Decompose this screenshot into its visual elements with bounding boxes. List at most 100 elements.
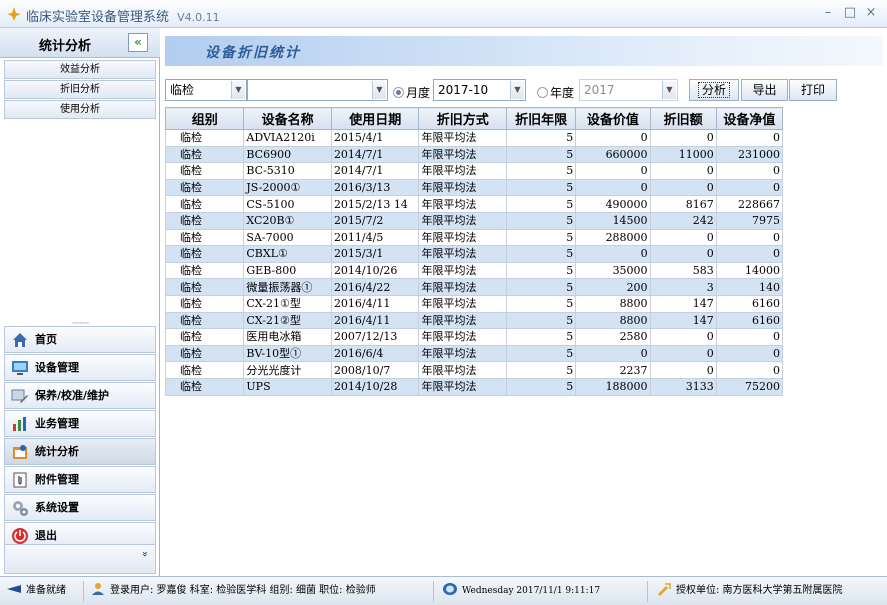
sidebar-subitem-benefit[interactable]: 效益分析 [4,60,156,79]
radio-selected-icon[interactable] [393,87,404,98]
chevron-more-icon[interactable]: » [139,551,150,557]
table-cell[interactable]: 临检 [164,195,245,213]
table-cell[interactable]: 年限平均法 [418,245,508,263]
month-radio[interactable]: 月度 [393,84,430,101]
table-row[interactable]: 临检 BC6900 2014/7/1 年限平均法 5 660000 11000 231000 [164,145,784,164]
table-cell[interactable]: 0 [649,129,717,147]
table-cell[interactable]: 188000 [575,377,651,396]
sidebar-subitem-usage[interactable]: 使用分析 [4,100,156,119]
table-cell[interactable]: 5 [506,195,577,213]
table-cell[interactable]: 临检 [164,361,245,379]
table-cell[interactable]: SA-7000 [243,228,332,247]
table-cell[interactable]: 2015/7/2 [330,211,420,230]
table-cell[interactable]: XC20B① [243,211,332,230]
table-row[interactable]: 临检 CX-21②型 2016/4/11 年限平均法 5 8800 147 6160 [164,311,784,330]
table-cell[interactable]: 临检 [164,311,245,330]
table-cell[interactable]: UPS [243,377,332,396]
column-header[interactable]: 设备净值 [715,107,784,130]
table-cell[interactable]: CX-21①型 [243,294,332,313]
table-cell[interactable]: 2016/6/4 [330,344,420,363]
table-cell[interactable]: BV-10型① [243,344,332,363]
table-cell[interactable]: 年限平均法 [418,145,508,164]
column-header[interactable]: 设备价值 [575,107,651,130]
sidebar-more[interactable]: » [4,544,156,574]
table-cell[interactable]: CBXL① [243,245,332,263]
table-cell[interactable]: 2015/4/1 [330,129,420,147]
nav-device-management[interactable]: 设备管理 [4,354,156,381]
table-row[interactable]: 临检 SA-7000 2011/4/5 年限平均法 5 288000 0 0 [164,228,784,247]
table-cell[interactable]: ADVIA2120i [243,129,332,147]
table-cell[interactable]: 年限平均法 [418,195,508,213]
table-cell[interactable]: 临检 [164,129,245,147]
table-cell[interactable]: 0 [715,162,784,180]
table-cell[interactable]: 2016/3/13 [330,178,420,197]
depreciation-table[interactable]: 组别 设备名称 使用日期 折旧方式 折旧年限 设备价值 折旧额 设备净值 临检 ADVIA212… [164,107,784,396]
collapse-sidebar-icon[interactable]: « [128,33,148,52]
table-cell[interactable]: 临检 [164,228,245,247]
table-cell[interactable]: 医用电冰箱 [243,328,332,346]
table-cell[interactable]: 0 [649,361,717,379]
table-cell[interactable]: 年限平均法 [418,377,508,396]
table-cell[interactable]: 8800 [575,311,651,330]
table-row[interactable]: 临检 分光光度计 2008/10/7 年限平均法 5 2237 0 0 [164,361,784,379]
table-row[interactable]: 临检 微量振荡器① 2016/4/22 年限平均法 5 200 3 140 [164,278,784,296]
analyze-button[interactable]: 分析 [689,79,739,101]
table-cell[interactable]: 0 [649,328,717,346]
table-cell[interactable]: 0 [649,344,717,363]
table-row[interactable]: 临检 UPS 2014/10/28 年限平均法 5 188000 3133 75200 [164,377,784,396]
column-header[interactable]: 组别 [164,107,245,130]
table-cell[interactable]: 2007/12/13 [330,328,420,346]
table-cell[interactable]: 0 [575,178,651,197]
table-row[interactable]: 临检 CX-21①型 2016/4/11 年限平均法 5 8800 147 6160 [164,294,784,313]
nav-home[interactable]: 首页 [4,326,156,353]
table-cell[interactable]: 35000 [575,261,651,280]
table-row[interactable]: 临检 XC20B① 2015/7/2 年限平均法 5 14500 242 7975 [164,211,784,230]
table-cell[interactable]: 5 [506,211,577,230]
table-row[interactable]: 临检 医用电冰箱 2007/12/13 年限平均法 5 2580 0 0 [164,328,784,346]
table-cell[interactable]: 年限平均法 [418,311,508,330]
table-cell[interactable]: 200 [575,278,651,296]
table-cell[interactable]: 490000 [575,195,651,213]
table-cell[interactable]: 年限平均法 [418,162,508,180]
table-cell[interactable]: 临检 [164,294,245,313]
table-cell[interactable]: 2014/7/1 [330,145,420,164]
table-cell[interactable]: 0 [715,361,784,379]
group-select[interactable]: 临检 ▼ [165,79,247,101]
table-cell[interactable]: 2011/4/5 [330,228,420,247]
table-cell[interactable]: 年限平均法 [418,361,508,379]
table-cell[interactable]: 年限平均法 [418,261,508,280]
table-cell[interactable]: 583 [649,261,717,280]
table-cell[interactable]: 临检 [164,162,245,180]
table-cell[interactable]: 0 [715,178,784,197]
table-cell[interactable]: 5 [506,311,577,330]
table-row[interactable]: 临检 BV-10型① 2016/6/4 年限平均法 5 0 0 0 [164,344,784,363]
table-cell[interactable]: 0 [575,162,651,180]
table-cell[interactable]: 2016/4/22 [330,278,420,296]
column-header[interactable]: 设备名称 [243,107,332,130]
table-cell[interactable]: JS-2000① [243,178,332,197]
table-cell[interactable]: 140 [715,278,784,296]
table-cell[interactable]: 0 [575,344,651,363]
table-cell[interactable]: 2015/2/13 14 [330,195,420,213]
minimize-button[interactable]: – [820,5,836,21]
maximize-button[interactable]: □ [842,5,858,21]
sidebar-subitem-depreciation[interactable]: 折旧分析 [4,80,156,99]
table-cell[interactable]: 231000 [715,145,784,164]
table-cell[interactable]: 临检 [164,328,245,346]
table-cell[interactable]: 5 [506,377,577,396]
radio-unselected-icon[interactable] [537,87,548,98]
device-select[interactable]: ▼ [247,79,388,101]
table-cell[interactable]: 0 [715,344,784,363]
table-cell[interactable]: 年限平均法 [418,228,508,247]
column-header[interactable]: 折旧额 [649,107,717,130]
table-cell[interactable]: 分光光度计 [243,361,332,379]
table-cell[interactable]: 2237 [575,361,651,379]
chevron-down-icon[interactable]: ▼ [372,81,386,99]
print-button[interactable]: 打印 [789,79,837,101]
table-cell[interactable]: 147 [649,311,717,330]
table-cell[interactable]: 5 [506,145,577,164]
table-cell[interactable]: BC-5310 [243,162,332,180]
table-cell[interactable]: 年限平均法 [418,328,508,346]
nav-system-settings[interactable]: 系统设置 [4,494,156,521]
month-picker[interactable]: 2017-10 ▼ [433,79,526,101]
